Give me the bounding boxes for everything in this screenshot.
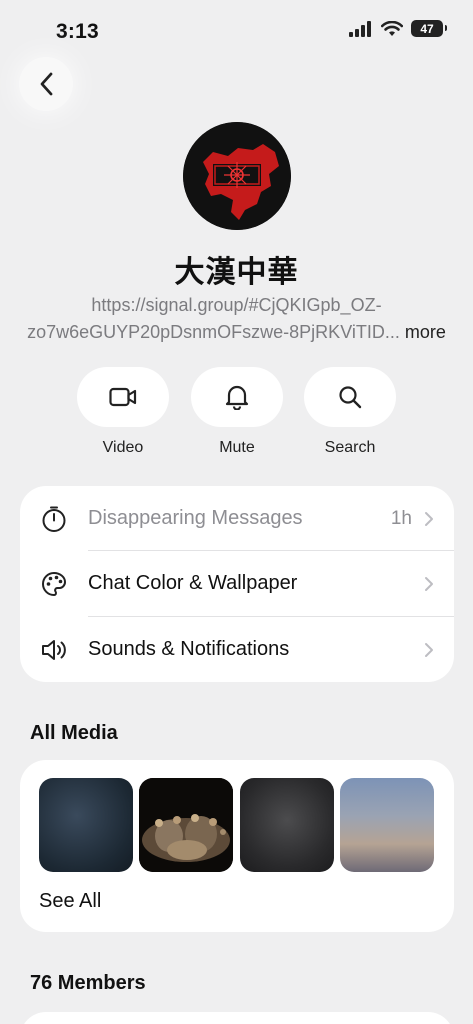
palette-icon: [42, 571, 67, 596]
photo-crowd-image: [139, 778, 233, 872]
video-icon: [109, 387, 137, 407]
timer-icon: [42, 506, 66, 532]
group-link-line-2: zo7w6eGUYP20pDsnmOFszwe-8PjRKViTID...: [27, 322, 400, 342]
sounds-notifications-label: Sounds & Notifications: [88, 638, 290, 660]
speaker-icon: [42, 639, 66, 660]
chevron-left-icon: [40, 72, 53, 96]
chat-color-row[interactable]: Chat Color & Wallpaper: [20, 551, 454, 616]
media-thumbnail[interactable]: [340, 778, 434, 872]
video-action[interactable]: Video: [77, 367, 169, 457]
chevron-right-icon: [425, 642, 433, 657]
bell-icon: [225, 385, 249, 410]
battery-indicator: 47: [411, 20, 447, 37]
search-button[interactable]: [304, 367, 396, 427]
group-emblem-icon: [183, 122, 291, 230]
media-thumbnail[interactable]: [139, 778, 233, 872]
mute-action[interactable]: Mute: [191, 367, 283, 457]
disappearing-messages-row[interactable]: Disappearing Messages 1h: [20, 486, 454, 551]
more-link[interactable]: more: [405, 322, 446, 342]
group-name: 大漢中華: [174, 256, 299, 289]
chevron-right-icon: [425, 576, 433, 591]
settings-card: Disappearing Messages 1h Chat Color & Wa…: [20, 486, 454, 682]
see-all-link[interactable]: See All: [39, 890, 101, 913]
media-card: See All: [20, 760, 454, 932]
group-avatar[interactable]: [183, 122, 291, 230]
mute-label: Mute: [219, 439, 255, 456]
status-time: 3:13: [56, 20, 99, 43]
wifi-icon: [381, 20, 403, 36]
search-action[interactable]: Search: [304, 367, 396, 457]
media-thumbnail[interactable]: [39, 778, 133, 872]
video-label: Video: [102, 439, 144, 456]
cellular-signal-icon: [349, 20, 371, 37]
chat-color-label: Chat Color & Wallpaper: [88, 572, 298, 594]
mute-button[interactable]: [191, 367, 283, 427]
media-thumbnail[interactable]: [240, 778, 334, 872]
search-label: Search: [324, 439, 376, 456]
video-button[interactable]: [77, 367, 169, 427]
search-icon: [339, 386, 362, 409]
status-icons: 47: [349, 20, 447, 37]
battery-level: 47: [420, 21, 434, 36]
chevron-right-icon: [425, 511, 433, 526]
group-link-line-1: https://signal.group/#CjQKIGpb_OZ-: [91, 295, 382, 315]
sounds-notifications-row[interactable]: Sounds & Notifications: [20, 617, 454, 682]
group-link[interactable]: https://signal.group/#CjQKIGpb_OZ- zo7w6…: [20, 292, 453, 346]
disappearing-messages-value: 1h: [390, 507, 412, 529]
all-media-title: All Media: [30, 722, 118, 744]
members-title: 76 Members: [30, 972, 146, 994]
members-card: [20, 1012, 454, 1024]
status-bar: 3:13 47: [0, 0, 473, 60]
disappearing-messages-label: Disappearing Messages: [88, 507, 303, 529]
back-button[interactable]: [19, 57, 73, 111]
